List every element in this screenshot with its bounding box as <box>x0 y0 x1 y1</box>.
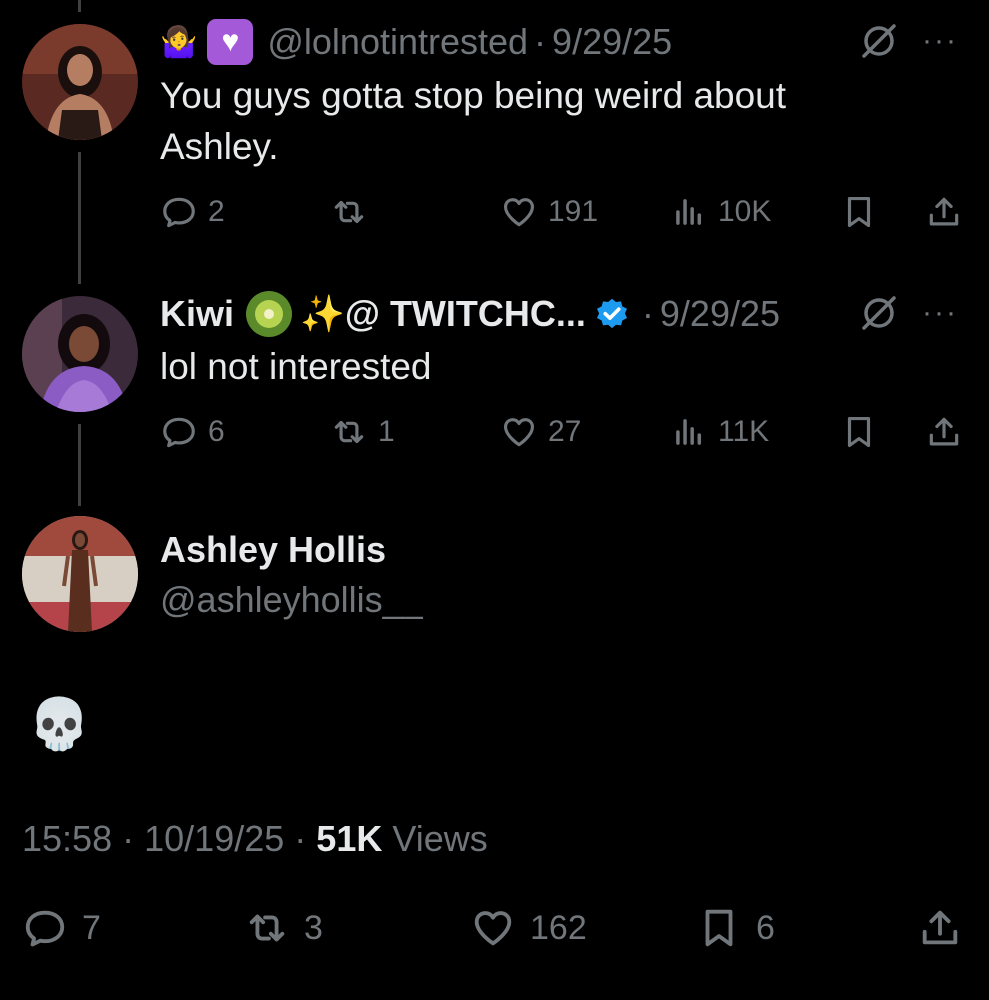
thread-line-1 <box>78 152 81 284</box>
thread-line-2 <box>78 424 81 506</box>
like-count: 27 <box>548 415 582 448</box>
main-actions: 7 3 162 6 <box>22 898 967 958</box>
reply2-name-suffix[interactable]: ✨@ TWITCHC... <box>300 293 586 335</box>
share-button[interactable] <box>917 898 963 958</box>
views-count: 11K <box>718 415 770 448</box>
bookmark-button[interactable] <box>840 406 878 458</box>
reply2-header: Kiwi ✨@ TWITCHC... · 9/29/25 <box>160 290 780 338</box>
main-header: Ashley Hollis <box>160 526 386 574</box>
avatar-lolnotintrested[interactable] <box>22 24 138 140</box>
reply-button[interactable]: 2 <box>160 186 225 238</box>
heart-icon <box>503 418 535 447</box>
views-label: Views <box>392 818 488 859</box>
repost-icon <box>334 420 364 444</box>
avatar-image <box>22 296 138 412</box>
share-icon <box>929 197 959 226</box>
reply2-date[interactable]: 9/29/25 <box>660 293 780 335</box>
repost-count: 3 <box>304 908 323 947</box>
avatar-image <box>22 24 138 140</box>
reply-count: 7 <box>82 908 101 947</box>
repost-count: 1 <box>378 415 395 448</box>
repost-button[interactable]: 3 <box>244 898 323 958</box>
reply1-actions: 2 191 10K <box>160 186 965 238</box>
shrug-emoji-icon: 🤷‍♀️ <box>160 24 198 60</box>
reply2-display-name[interactable]: Kiwi <box>160 293 234 335</box>
reply1-header: 🤷‍♀️ ♥ @lolnotintrested · 9/29/25 <box>160 18 672 66</box>
reply-count: 6 <box>208 415 225 448</box>
reply2-text: lol not interested <box>160 346 432 387</box>
like-count: 191 <box>548 195 599 228</box>
views-total[interactable]: 51K <box>316 818 382 859</box>
meta-separator: · <box>122 818 135 859</box>
share-icon <box>922 910 958 945</box>
repost-button[interactable]: 1 <box>330 406 395 458</box>
like-button[interactable]: 191 <box>500 186 598 238</box>
reply-count: 2 <box>208 195 225 228</box>
bookmark-button[interactable] <box>840 186 878 238</box>
tweet-date[interactable]: 10/19/25 <box>144 818 284 859</box>
repost-icon <box>249 914 285 942</box>
like-count: 162 <box>530 908 587 947</box>
heart-icon <box>474 911 512 946</box>
heart-decoration-icon: ♥ <box>207 19 254 65</box>
main-display-name[interactable]: Ashley Hollis <box>160 529 386 571</box>
repost-button[interactable] <box>330 186 378 238</box>
tweet-time[interactable]: 15:58 <box>22 818 112 859</box>
verified-badge-icon <box>596 298 627 329</box>
bookmark-icon <box>705 909 733 947</box>
reply-button[interactable]: 7 <box>22 898 101 958</box>
share-button[interactable] <box>925 186 963 238</box>
tweet-meta: 15:58 · 10/19/25 · 51K Views <box>22 818 488 860</box>
views-button[interactable]: 11K <box>670 406 769 458</box>
views-icon <box>676 419 702 445</box>
meta-separator: · <box>294 818 307 859</box>
grok-icon[interactable] <box>860 294 898 332</box>
views-icon <box>676 199 702 225</box>
heart-icon <box>503 198 535 227</box>
reply1-handle[interactable]: @lolnotintrested <box>267 21 528 63</box>
like-button[interactable]: 162 <box>470 898 587 958</box>
views-button[interactable]: 10K <box>670 186 771 238</box>
bookmark-button[interactable]: 6 <box>696 898 775 958</box>
bookmark-icon <box>847 416 871 448</box>
reply1-date[interactable]: 9/29/25 <box>552 21 672 63</box>
repost-icon <box>334 200 364 224</box>
share-icon <box>929 417 959 446</box>
avatar-image <box>22 516 138 632</box>
reply-icon <box>163 197 195 228</box>
reply1-text: You guys gotta stop being weird about As… <box>160 75 787 167</box>
bookmark-count: 6 <box>756 908 775 947</box>
avatar-ashley-hollis[interactable] <box>22 516 138 632</box>
reply-icon <box>163 417 195 448</box>
share-button[interactable] <box>925 406 963 458</box>
skull-emoji-icon: 💀 <box>28 695 91 753</box>
main-handle[interactable]: @ashleyhollis__ <box>160 579 423 621</box>
kiwi-emoji-icon <box>246 291 293 337</box>
main-handle-row: @ashleyhollis__ <box>160 576 423 624</box>
thread-line-top <box>78 0 81 12</box>
views-count: 10K <box>718 195 772 228</box>
reply2-separator: · <box>641 293 654 334</box>
more-options-icon[interactable]: ··· <box>922 26 958 56</box>
reply1-separator: · <box>534 21 547 62</box>
reply-button[interactable]: 6 <box>160 406 225 458</box>
reply-icon <box>25 910 65 947</box>
bookmark-icon <box>847 196 871 228</box>
avatar-kiwi[interactable] <box>22 296 138 412</box>
like-button[interactable]: 27 <box>500 406 581 458</box>
reply2-actions: 6 1 27 11K <box>160 406 965 458</box>
grok-icon[interactable] <box>860 22 898 60</box>
more-options-icon[interactable]: ··· <box>922 298 958 328</box>
